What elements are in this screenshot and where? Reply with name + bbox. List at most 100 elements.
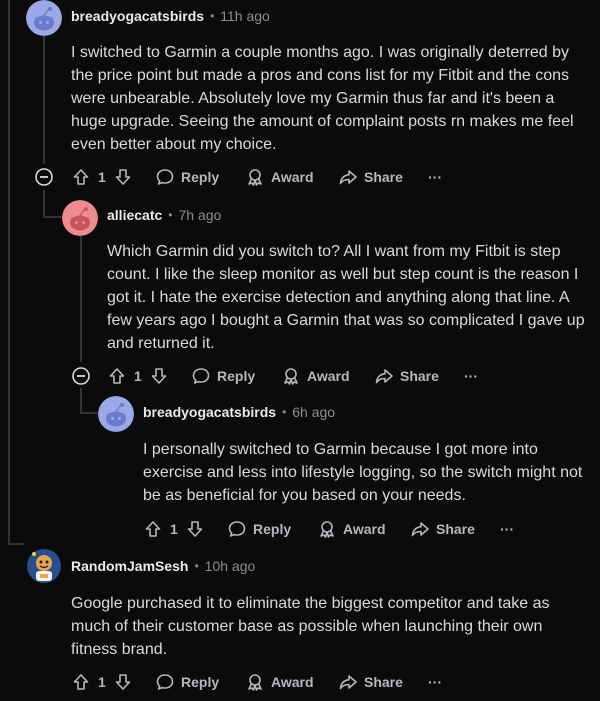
- avatar[interactable]: [26, 0, 62, 36]
- upvote-icon: [71, 167, 91, 187]
- snoo-avatar-icon: [26, 0, 62, 36]
- avatar[interactable]: [62, 200, 98, 236]
- reply-icon: [191, 366, 211, 386]
- comment-author[interactable]: alliecatc: [107, 207, 162, 223]
- vote-count: 1: [98, 674, 106, 690]
- vote-count: 1: [134, 368, 142, 384]
- comment-meta: alliecatc • 7h ago: [107, 207, 221, 223]
- award-label: Award: [271, 169, 314, 185]
- award-label: Award: [307, 368, 350, 384]
- comment-meta: RandomJamSesh • 10h ago: [71, 558, 255, 574]
- award-label: Award: [271, 674, 314, 690]
- downvote-icon: [185, 519, 205, 539]
- share-button[interactable]: Share: [338, 165, 403, 189]
- reply-button[interactable]: Reply: [191, 364, 255, 388]
- share-label: Share: [400, 368, 439, 384]
- downvote-icon: [113, 672, 133, 692]
- reply-label: Reply: [253, 521, 292, 537]
- comment-body: I personally switched to Garmin because …: [143, 441, 583, 504]
- share-button[interactable]: Share: [410, 517, 475, 541]
- reply-icon: [155, 167, 175, 187]
- comment-author[interactable]: breadyogacatsbirds: [71, 8, 204, 24]
- thread-line-c1-curve: [43, 190, 45, 218]
- comment-time[interactable]: 7h ago: [178, 207, 221, 223]
- avatar[interactable]: [26, 548, 62, 584]
- downvote-icon: [113, 167, 133, 187]
- collapse-thread-icon[interactable]: [71, 366, 91, 386]
- comment-author[interactable]: breadyogacatsbirds: [143, 404, 276, 420]
- award-icon: [317, 519, 337, 539]
- vote-count: 1: [170, 521, 178, 537]
- downvote-button[interactable]: [185, 517, 205, 541]
- meta-separator: •: [194, 559, 199, 573]
- comment-body: I switched to Garmin a couple months ago…: [71, 44, 574, 153]
- meta-separator: •: [210, 9, 215, 23]
- reply-icon: [155, 672, 175, 692]
- downvote-button[interactable]: [113, 670, 133, 694]
- award-label: Award: [343, 521, 386, 537]
- comment-body: Google purchased it to eliminate the big…: [71, 595, 550, 658]
- share-label: Share: [364, 169, 403, 185]
- thread-line-c2: [80, 236, 82, 362]
- snoo-avatar-icon: [62, 200, 98, 236]
- reply-label: Reply: [181, 674, 220, 690]
- more-options-button[interactable]: ···: [428, 165, 442, 189]
- thread-line-root: [8, 0, 10, 545]
- downvote-icon: [149, 366, 169, 386]
- share-label: Share: [436, 521, 475, 537]
- meta-separator: •: [282, 405, 287, 419]
- award-icon: [281, 366, 301, 386]
- share-button[interactable]: Share: [374, 364, 439, 388]
- more-options-button[interactable]: ···: [464, 364, 478, 388]
- comment-body: Which Garmin did you switch to? All I wa…: [107, 243, 585, 352]
- share-button[interactable]: Share: [338, 670, 403, 694]
- thread-line-c1-branch: [43, 216, 61, 218]
- upvote-button[interactable]: [143, 517, 163, 541]
- reply-button[interactable]: Reply: [227, 517, 291, 541]
- share-icon: [338, 167, 358, 187]
- comment-actions: 1 Reply Award Share ···: [71, 165, 471, 189]
- comment-meta: breadyogacatsbirds • 11h ago: [71, 8, 270, 24]
- downvote-button[interactable]: [113, 165, 133, 189]
- meta-separator: •: [168, 208, 173, 222]
- share-label: Share: [364, 674, 403, 690]
- reply-button[interactable]: Reply: [155, 165, 219, 189]
- comment-meta: breadyogacatsbirds • 6h ago: [143, 404, 335, 420]
- more-options-button[interactable]: ···: [428, 670, 442, 694]
- award-button[interactable]: Award: [245, 670, 314, 694]
- thread-line-c2-curve: [80, 388, 82, 414]
- thread-line-c1: [43, 36, 45, 164]
- award-button[interactable]: Award: [245, 165, 314, 189]
- downvote-button[interactable]: [149, 364, 169, 388]
- award-icon: [245, 672, 265, 692]
- comment-author[interactable]: RandomJamSesh: [71, 558, 188, 574]
- thread-line-c2-branch: [80, 412, 98, 414]
- avatar[interactable]: [98, 396, 134, 432]
- comment-time[interactable]: 10h ago: [205, 558, 256, 574]
- custom-avatar-icon: [27, 549, 61, 583]
- share-icon: [374, 366, 394, 386]
- upvote-button[interactable]: [107, 364, 127, 388]
- comment-time[interactable]: 11h ago: [220, 8, 270, 24]
- collapse-thread-icon[interactable]: [34, 167, 54, 187]
- award-icon: [245, 167, 265, 187]
- share-icon: [410, 519, 430, 539]
- upvote-button[interactable]: [71, 670, 91, 694]
- snoo-avatar-icon: [98, 396, 134, 432]
- reply-label: Reply: [181, 169, 220, 185]
- reply-icon: [227, 519, 247, 539]
- more-options-button[interactable]: ···: [500, 517, 514, 541]
- upvote-icon: [71, 672, 91, 692]
- vote-count: 1: [98, 169, 106, 185]
- comment-time[interactable]: 6h ago: [292, 404, 335, 420]
- comment-actions: 1 Reply Award Share ···: [107, 364, 507, 388]
- reply-button[interactable]: Reply: [155, 670, 219, 694]
- thread-line-curve-root: [8, 543, 24, 545]
- award-button[interactable]: Award: [281, 364, 350, 388]
- reply-label: Reply: [217, 368, 256, 384]
- award-button[interactable]: Award: [317, 517, 386, 541]
- comment-actions: 1 Reply Award Share ···: [143, 517, 543, 541]
- upvote-button[interactable]: [71, 165, 91, 189]
- share-icon: [338, 672, 358, 692]
- upvote-icon: [143, 519, 163, 539]
